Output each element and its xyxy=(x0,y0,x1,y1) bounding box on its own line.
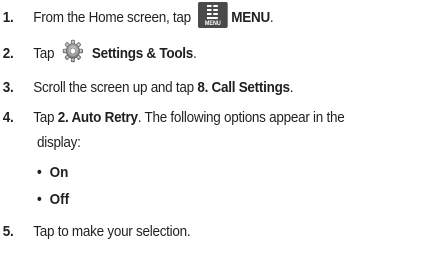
step-number: 3. xyxy=(2,79,14,96)
step-text: Tap to make your selection. xyxy=(33,223,191,240)
step-number: 2. xyxy=(2,45,14,62)
step-bold-label: 2. Auto Retry xyxy=(57,109,138,126)
step-text-after: . The following options appear in the xyxy=(137,109,345,126)
step-number: 5. xyxy=(2,223,14,240)
step-text: Tap Settings & Tools. xyxy=(33,39,197,63)
step-text: Scroll the screen up and tap 8. Call Set… xyxy=(33,78,293,97)
option-label: On xyxy=(49,164,69,181)
step-text: Tap 2. Auto Retry. The following options… xyxy=(33,108,344,127)
menu-icon: MENU xyxy=(197,2,228,29)
bullet-dot: • xyxy=(37,191,42,208)
step-text-after: . xyxy=(193,45,197,62)
step-text-before: Scroll the screen up and tap xyxy=(33,79,194,96)
settings-gear-icon xyxy=(62,39,84,63)
step-number: 1. xyxy=(2,9,14,26)
step-bold-label: 8. Call Settings xyxy=(197,79,290,96)
step-bold-label: MENU xyxy=(231,9,270,26)
step-text-before: From the Home screen, tap xyxy=(33,9,191,26)
option-label: Off xyxy=(49,191,70,208)
option-bullet-off: • Off xyxy=(37,190,69,209)
bullet-dot: • xyxy=(37,164,42,181)
step-number: 4. xyxy=(2,109,14,126)
step-text-before: Tap xyxy=(33,109,55,126)
step-bold-label: Settings & Tools xyxy=(91,45,194,62)
step-text-after: . xyxy=(269,9,274,26)
option-bullet-on: • On xyxy=(37,163,68,182)
step-text-after: . xyxy=(289,79,294,96)
step-4-continuation: display: xyxy=(37,134,81,151)
instruction-document: 1. From the Home screen, tap MENU MENU . … xyxy=(0,0,446,260)
step-text-before: Tap xyxy=(33,45,55,62)
step-text: From the Home screen, tap MENU MENU. xyxy=(33,2,274,29)
menu-icon-caption: MENU xyxy=(204,21,221,28)
